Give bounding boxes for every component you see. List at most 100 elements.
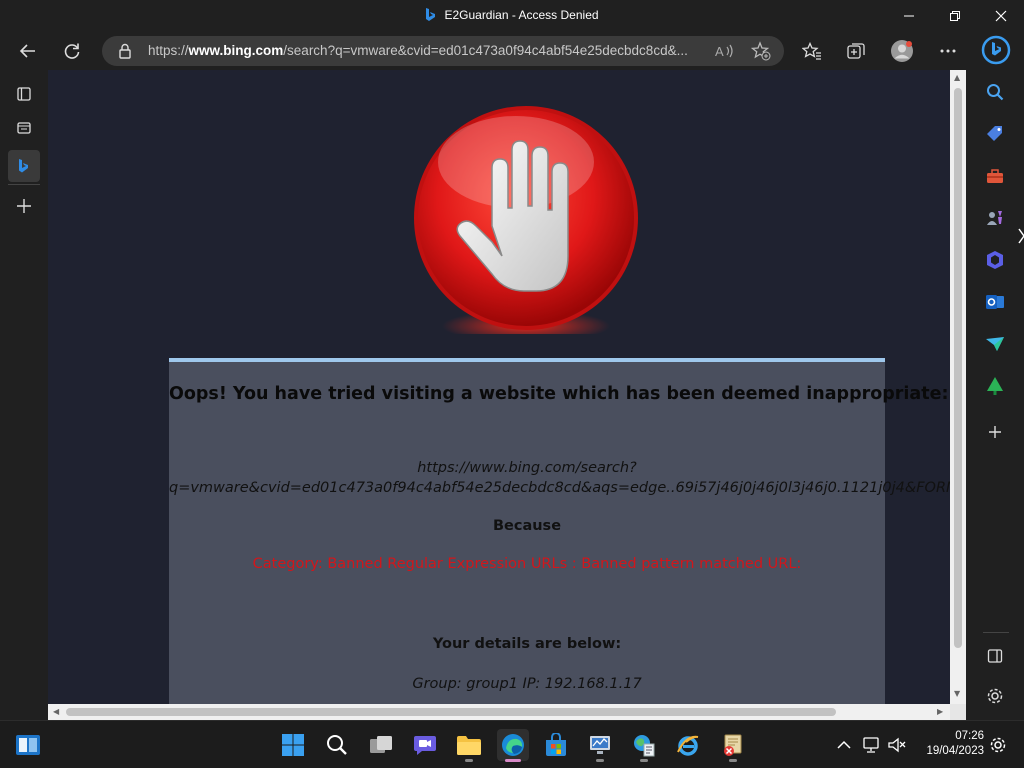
games-icon [987, 211, 1002, 225]
horizontal-scroll-thumb[interactable] [66, 708, 836, 716]
vertical-tabs-bar [0, 70, 47, 720]
sidebar-drop-button[interactable] [981, 330, 1009, 358]
tree-icon [987, 377, 1003, 395]
scrollbar-corner [950, 704, 966, 720]
scroll-right-arrow-icon[interactable]: ▶ [937, 707, 943, 716]
window-title-area: E2Guardian - Access Denied [0, 8, 1024, 22]
sidebar-games-button[interactable] [981, 204, 1009, 232]
internet-explorer-button[interactable] [672, 729, 704, 761]
message-panel: Oops! You have tried visiting a website … [169, 358, 950, 704]
internet-explorer-icon [677, 735, 699, 756]
url-text[interactable]: https://www.bing.com/search?q=vmware&cvi… [148, 43, 688, 58]
vertical-scrollbar[interactable]: ▲ ▼ [950, 70, 966, 704]
address-bar[interactable]: https://www.bing.com/search?q=vmware&cvi… [102, 36, 784, 66]
task-view-button[interactable] [365, 729, 397, 761]
lock-icon [119, 43, 131, 59]
taskbar-search-button[interactable] [321, 729, 353, 761]
globe-document-icon [634, 735, 655, 757]
clock-time: 07:26 [955, 730, 984, 742]
network-tray-button[interactable] [858, 729, 884, 761]
settings-menu-button[interactable] [932, 35, 964, 67]
taskbar-chat-button[interactable] [409, 729, 441, 761]
drop-send-icon [986, 337, 1004, 351]
sidebar-settings-button[interactable] [981, 682, 1009, 710]
blocked-url-line1: https://www.bing.com/search? [417, 460, 637, 476]
add-favorite-button[interactable] [749, 39, 773, 63]
teams-chat-icon [414, 736, 436, 755]
horizontal-scrollbar[interactable]: ◀ ▶ [48, 704, 950, 720]
sidebar-add-button[interactable] [981, 418, 1009, 446]
vertical-scroll-thumb[interactable] [954, 88, 962, 648]
url-prefix: https:// [148, 43, 189, 58]
notification-settings-icon [990, 737, 1006, 753]
workspaces-button[interactable] [8, 112, 40, 144]
refresh-icon [64, 43, 80, 59]
sidebar-outlook-button[interactable] [981, 288, 1009, 316]
favorites-icon [802, 42, 821, 60]
folder-icon [457, 736, 481, 755]
widgets-button[interactable] [12, 729, 44, 761]
windows-logo-icon [282, 734, 304, 756]
details-heading: Your details are below: [432, 636, 622, 652]
hide-sidebar-button[interactable] [981, 642, 1009, 670]
minimize-icon [904, 15, 914, 17]
gear-icon [987, 688, 1003, 704]
tab-bing-search[interactable] [8, 150, 40, 182]
profile-button[interactable] [886, 35, 918, 67]
browser-toolbar: https://www.bing.com/search?q=vmware&cvi… [0, 32, 1024, 70]
tab-divider [8, 184, 40, 185]
read-aloud-button[interactable]: A [713, 39, 737, 63]
notifications-button[interactable] [986, 729, 1010, 761]
sidebar-tree-button[interactable] [981, 372, 1009, 400]
collections-button[interactable] [840, 35, 872, 67]
tab-actions-icon [17, 87, 31, 101]
windows-taskbar: 07:26 19/04/2023 [0, 720, 1024, 768]
close-button[interactable] [978, 0, 1024, 32]
remote-desktop-button[interactable] [628, 729, 660, 762]
scroll-left-arrow-icon[interactable]: ◀ [53, 707, 59, 716]
sidebar-search-button[interactable] [981, 78, 1009, 106]
store-button[interactable] [540, 729, 572, 761]
edge-taskbar-button[interactable] [497, 729, 529, 762]
tab-actions-button[interactable] [8, 78, 40, 110]
start-button[interactable] [277, 729, 309, 761]
running-indicator [596, 759, 604, 762]
avatar-icon [891, 40, 913, 62]
sidebar-tools-button[interactable] [981, 162, 1009, 190]
scroll-down-arrow-icon[interactable]: ▼ [954, 689, 960, 698]
restore-icon [950, 11, 960, 21]
sidebar-shopping-button[interactable] [981, 120, 1009, 148]
task-view-icon [370, 736, 392, 753]
plus-icon [17, 199, 31, 213]
minimize-button[interactable] [886, 0, 932, 32]
system-clock[interactable]: 07:26 19/04/2023 [914, 729, 984, 759]
refresh-button[interactable] [56, 35, 88, 67]
volume-tray-button[interactable] [884, 729, 910, 761]
running-indicator [465, 759, 473, 762]
toolbox-icon [987, 169, 1003, 183]
restore-button[interactable] [932, 0, 978, 32]
blocked-app-button[interactable] [717, 729, 749, 762]
back-button[interactable] [12, 35, 44, 67]
bing-chat-button[interactable] [979, 33, 1013, 67]
star-add-icon [751, 41, 771, 61]
favorites-button[interactable] [796, 35, 828, 67]
stop-hand-icon [414, 106, 638, 334]
close-icon [995, 10, 1007, 22]
network-monitor-icon [590, 736, 610, 754]
title-bar: E2Guardian - Access Denied [0, 0, 1024, 32]
network-app-button[interactable] [584, 729, 616, 762]
scroll-up-arrow-icon[interactable]: ▲ [954, 73, 960, 82]
sidebar-panel-icon [987, 649, 1003, 663]
new-tab-button[interactable] [8, 190, 40, 222]
store-icon [546, 733, 566, 756]
sidebar-office-button[interactable] [981, 246, 1009, 274]
clock-date: 19/04/2023 [926, 745, 984, 757]
url-domain: www.bing.com [188, 43, 284, 58]
file-explorer-button[interactable] [453, 729, 485, 762]
workspaces-icon [17, 122, 31, 134]
bing-favicon-icon [426, 8, 436, 21]
edge-icon [502, 734, 524, 756]
show-hidden-icons-button[interactable] [832, 729, 856, 761]
widgets-icon [16, 735, 40, 755]
